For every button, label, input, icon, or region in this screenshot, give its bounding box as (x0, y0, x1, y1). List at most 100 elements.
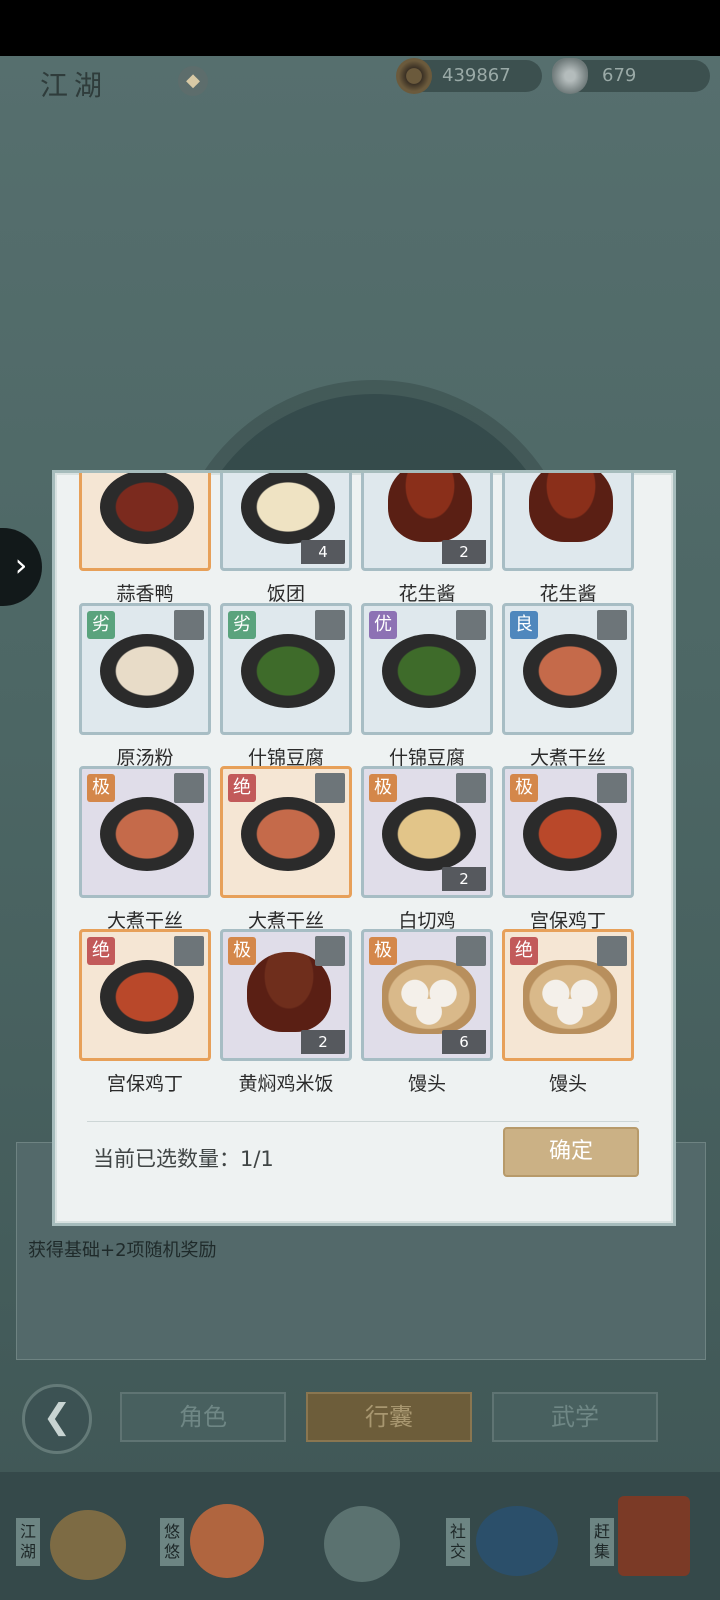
item-name: 黄焖鸡米饭 (238, 1073, 334, 1093)
food-image (382, 960, 476, 1034)
item-count: 4 (301, 540, 345, 564)
food-image (100, 634, 194, 708)
selected-count-value: 1/1 (240, 1147, 274, 1171)
item-slot[interactable]: 2 (361, 473, 493, 571)
page-title: 江湖 (40, 69, 109, 102)
coin-counter: 439867 (396, 58, 542, 94)
select-checkbox[interactable] (315, 610, 345, 640)
confirm-button[interactable]: 确定 (503, 1127, 639, 1177)
grade-badge: 极 (510, 774, 538, 802)
dock-label: 社交 (446, 1518, 470, 1566)
divider (87, 1121, 639, 1122)
grade-badge: 绝 (510, 937, 538, 965)
food-image (382, 797, 476, 871)
select-checkbox[interactable] (597, 936, 627, 966)
select-checkbox[interactable] (456, 773, 486, 803)
item-slot[interactable]: 极 (502, 766, 634, 898)
item-slot[interactable]: 绝 (502, 929, 634, 1061)
item-name: 馒头 (407, 1073, 446, 1093)
item-slot[interactable]: 优 (361, 603, 493, 735)
item-slot[interactable] (502, 473, 634, 571)
item-slot[interactable]: 劣 (79, 603, 211, 735)
select-checkbox[interactable] (456, 610, 486, 640)
item-slot[interactable]: 绝 (79, 929, 211, 1061)
item-name: 花生酱 (398, 583, 456, 605)
food-image (529, 473, 613, 542)
food-image (523, 634, 617, 708)
grade-badge: 劣 (228, 611, 256, 639)
select-checkbox[interactable] (315, 773, 345, 803)
food-image (523, 797, 617, 871)
item-slot[interactable]: 极2 (361, 766, 493, 898)
dock-label: 江湖 (16, 1518, 40, 1566)
back-button[interactable]: ❮ (22, 1384, 92, 1454)
item-slot[interactable]: 劣 (220, 603, 352, 735)
item-name: 蒜香鸭 (116, 583, 174, 605)
selected-count: 当前已选数量：1/1 (93, 1143, 274, 1173)
tab-bag[interactable]: 行囊 (306, 1392, 472, 1442)
grade-badge: 极 (228, 937, 256, 965)
coin-icon (396, 58, 432, 94)
select-checkbox[interactable] (174, 936, 204, 966)
silver-ingot-icon (552, 58, 588, 94)
item-slot[interactable] (79, 473, 211, 571)
select-checkbox[interactable] (456, 936, 486, 966)
info-icon[interactable]: ◆ (178, 66, 208, 96)
dock-item-social[interactable]: 社交 (446, 1490, 566, 1590)
item-slot[interactable]: 极 (79, 766, 211, 898)
grade-badge: 绝 (228, 774, 256, 802)
grade-badge: 良 (510, 611, 538, 639)
food-image (100, 473, 194, 544)
star-compass-icon (324, 1506, 400, 1582)
food-image (241, 634, 335, 708)
select-checkbox[interactable] (174, 773, 204, 803)
grade-badge: 极 (369, 937, 397, 965)
wave-icon (476, 1506, 558, 1576)
select-checkbox[interactable] (174, 610, 204, 640)
dock-item-market[interactable]: 赶集 (590, 1490, 710, 1590)
select-checkbox[interactable] (597, 773, 627, 803)
status-bar (0, 0, 720, 56)
select-checkbox[interactable] (597, 610, 627, 640)
item-count: 2 (442, 867, 486, 891)
item-name: 馒头 (548, 1073, 587, 1093)
select-checkbox[interactable] (315, 936, 345, 966)
item-grid[interactable]: 蒜香鸭 4 饭团 2 花生酱 花生酱劣原汤粉劣什锦豆腐优什锦豆腐良大煮干丝极大煮干丝绝大煮… (79, 473, 651, 1093)
grade-badge: 极 (369, 774, 397, 802)
item-count: 2 (442, 540, 486, 564)
food-image (382, 634, 476, 708)
dock-item-youyou[interactable]: 悠悠 (160, 1490, 270, 1590)
silver-counter: 679 (552, 58, 710, 94)
item-select-dialog: 蒜香鸭 4 饭团 2 花生酱 花生酱劣原汤粉劣什锦豆腐优什锦豆腐良大煮干丝极大煮干丝绝大煮… (52, 470, 676, 1226)
item-slot[interactable]: 绝 (220, 766, 352, 898)
item-slot[interactable]: 4 (220, 473, 352, 571)
item-slot[interactable]: 良 (502, 603, 634, 735)
dock-label: 悠悠 (160, 1518, 184, 1566)
item-count: 6 (442, 1030, 486, 1054)
jade-disc-icon (50, 1510, 126, 1580)
basket-icon (618, 1496, 690, 1576)
food-image (100, 797, 194, 871)
dock-label: 赶集 (590, 1518, 614, 1566)
silver-value: 679 (602, 65, 637, 86)
grade-badge: 优 (369, 611, 397, 639)
item-slot[interactable]: 极6 (361, 929, 493, 1061)
coin-value: 439867 (442, 65, 511, 86)
food-image (388, 473, 472, 542)
food-image (241, 797, 335, 871)
food-image (523, 960, 617, 1034)
food-image (100, 960, 194, 1034)
item-count: 2 (301, 1030, 345, 1054)
grade-badge: 极 (87, 774, 115, 802)
dock-item-jianghu[interactable]: 江湖 (16, 1490, 136, 1590)
swallow-sun-icon (190, 1504, 264, 1578)
item-name: 饭团 (266, 583, 305, 605)
selected-count-label: 当前已选数量： (93, 1147, 240, 1171)
grade-badge: 绝 (87, 937, 115, 965)
tab-character[interactable]: 角色 (120, 1392, 286, 1442)
reward-text: 获得基础+2项随机奖励 (28, 1240, 217, 1261)
tab-martial-arts[interactable]: 武学 (492, 1392, 658, 1442)
food-image (241, 473, 335, 544)
dock-item-center[interactable] (316, 1490, 406, 1590)
item-slot[interactable]: 极2 (220, 929, 352, 1061)
